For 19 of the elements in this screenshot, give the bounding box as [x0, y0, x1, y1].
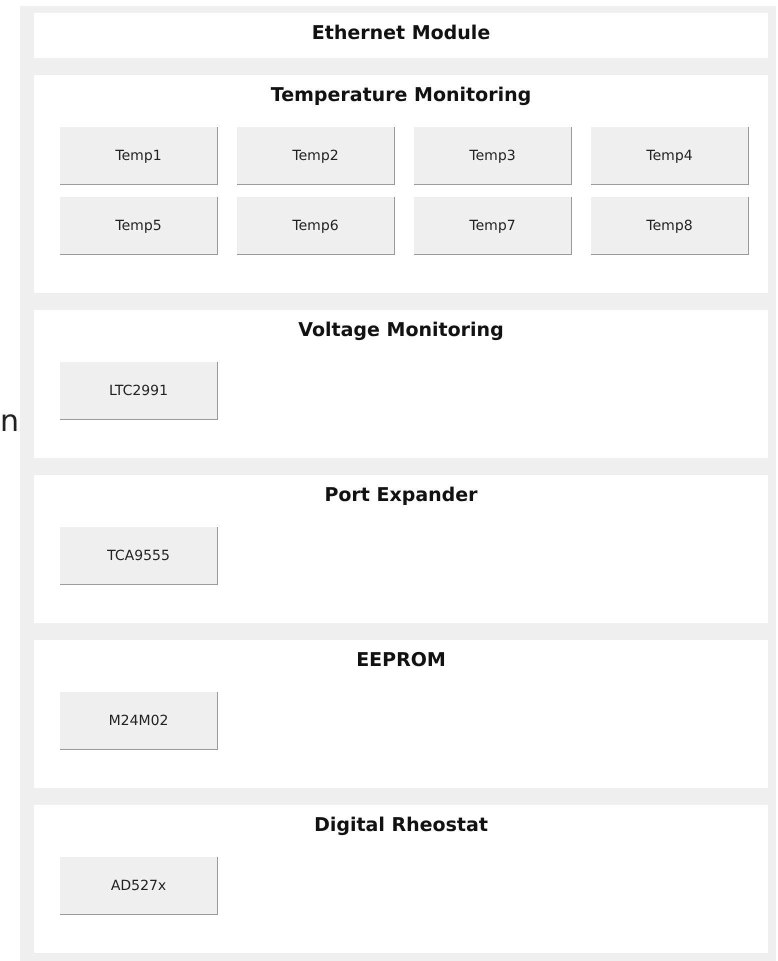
device-button[interactable]: Temp1: [60, 127, 218, 185]
section-title: Temperature Monitoring: [270, 83, 532, 108]
device-button[interactable]: M24M02: [60, 692, 218, 750]
device-button[interactable]: Temp4: [591, 127, 749, 185]
device-button[interactable]: LTC2991: [60, 362, 218, 420]
device-button[interactable]: Temp8: [591, 197, 749, 255]
device-button[interactable]: AD527x: [60, 857, 218, 915]
device-button[interactable]: Temp3: [414, 127, 572, 185]
section-title: Port Expander: [323, 483, 479, 508]
section-title: EEPROM: [355, 648, 447, 673]
device-button[interactable]: Temp6: [237, 197, 395, 255]
section-title: Digital Rheostat: [313, 813, 489, 838]
section-title: Voltage Monitoring: [297, 318, 505, 343]
section-title: Ethernet Module: [310, 21, 492, 46]
cut-off-text: n: [0, 404, 20, 440]
device-button[interactable]: Temp2: [237, 127, 395, 185]
device-button[interactable]: Temp5: [60, 197, 218, 255]
device-button[interactable]: Temp7: [414, 197, 572, 255]
device-button[interactable]: TCA9555: [60, 527, 218, 585]
